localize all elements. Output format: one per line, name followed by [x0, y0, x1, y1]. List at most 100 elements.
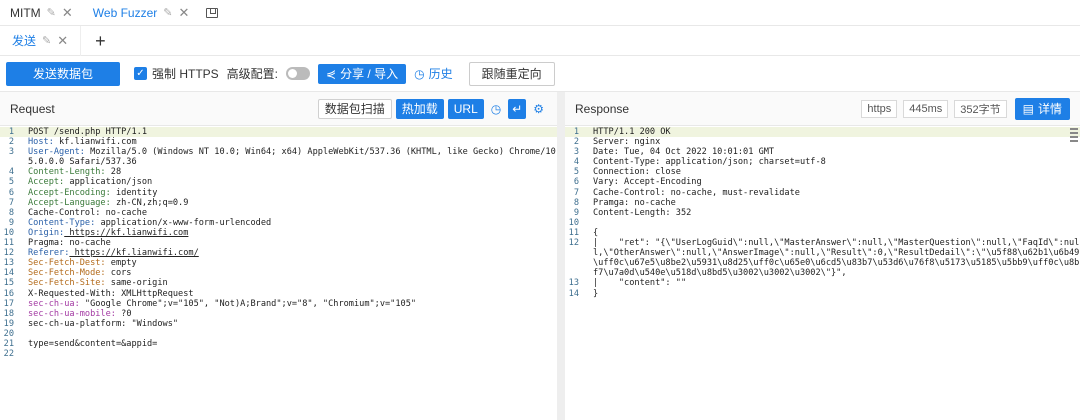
line-number: 1	[8, 127, 14, 137]
close-icon[interactable]: ✕	[62, 5, 73, 21]
line-number: 11	[3, 238, 14, 249]
hot-load-button[interactable]: 热加载	[395, 98, 444, 119]
line-text: Server: nginx	[593, 137, 661, 148]
header-value: empty	[105, 258, 137, 269]
request-editor[interactable]: 1 POST /send.php HTTP/1.1 2 Host: kf.lianwi…	[0, 126, 557, 359]
line-number: 18	[3, 308, 14, 319]
code-line: 22	[0, 349, 557, 359]
request-header: Request 数据包扫描 热加载 URL ◷ ↵ ⚙	[0, 92, 557, 126]
code-line: 4 Content-Type: application/json; charset…	[565, 157, 1080, 167]
sub-tab-bar: 发送 ✎ ✕ +	[0, 25, 1080, 56]
line-text: | "ret": "{\"UserLogGuid\":null,\"Master…	[593, 238, 1080, 279]
tab-web-fuzzer[interactable]: Web Fuzzer ✎ ✕	[83, 0, 200, 26]
new-tab-icon[interactable]	[199, 0, 225, 26]
line-text: Date: Tue, 04 Oct 2022 10:01:01 GMT	[593, 147, 775, 158]
header-name: sec-ch-ua-mobile:	[28, 308, 116, 319]
wrap-icon[interactable]: ↵	[508, 98, 527, 119]
protocol-tag: https	[861, 99, 898, 118]
send-packet-button[interactable]: 发送数据包	[6, 61, 120, 86]
response-title: Response	[575, 101, 630, 116]
code-line: 2 Host: kf.lianwifi.com	[0, 137, 557, 147]
tab-mitm[interactable]: MITM ✎ ✕	[0, 0, 83, 26]
response-size-tag: 352字节	[954, 99, 1007, 118]
line-text: Connection: close	[593, 167, 681, 178]
line-number: 12	[3, 248, 14, 259]
header-name: User-Agent:	[28, 147, 85, 158]
add-tab-icon[interactable]: +	[81, 26, 120, 56]
code-line: 10 Origin: https://kf.lianwifi.com	[0, 228, 557, 238]
line-number: 16	[3, 288, 14, 299]
line-number: 5	[573, 167, 579, 178]
force-https-checkbox[interactable]: ✓ 强制 HTTPS	[134, 65, 219, 82]
url-button[interactable]: URL	[447, 98, 484, 119]
line-text: Pramga: no-cache	[593, 197, 676, 208]
edit-icon[interactable]: ✎	[163, 6, 172, 19]
line-text: type=send&content=&appid=	[28, 338, 158, 349]
line-text	[593, 218, 1080, 228]
line-number: 9	[8, 217, 14, 228]
tab-label: 发送	[12, 34, 37, 48]
code-line: 5 Connection: close	[565, 167, 1080, 177]
line-number: 20	[3, 328, 14, 339]
line-number: 7	[573, 187, 579, 198]
line-number: 10	[568, 217, 579, 228]
code-line: 20	[0, 329, 557, 339]
header-value: https://kf.lianwifi.com	[64, 227, 189, 238]
code-line: 12 | "ret": "{\"UserLogGuid\":null,\"Mast…	[565, 238, 1080, 278]
code-line: 14}	[565, 289, 1080, 299]
edit-icon[interactable]: ✎	[47, 6, 56, 19]
line-number: 6	[573, 177, 579, 188]
advanced-config-toggle[interactable]	[286, 67, 311, 80]
header-value: cors	[105, 268, 132, 279]
code-line: 3 Date: Tue, 04 Oct 2022 10:01:01 GMT	[565, 147, 1080, 157]
line-text: Sec-Fetch-Site: same-origin	[28, 278, 557, 288]
response-editor[interactable]: 1 HTTP/1.1 200 OK 2 Server: nginx 3 Date: Tue…	[565, 126, 1080, 299]
line-text: {	[593, 227, 599, 238]
follow-redirect-button[interactable]: 跟随重定向	[468, 61, 555, 86]
history-icon: ◷	[414, 66, 425, 81]
tab-send[interactable]: 发送 ✎ ✕	[0, 25, 82, 56]
share-import-button[interactable]: ⋞ 分享 / 导入	[318, 63, 407, 84]
line-number: 8	[573, 197, 579, 208]
header-value: zh-CN,zh;q=0.9	[110, 197, 189, 208]
line-number: 3	[8, 147, 14, 158]
header-name: Sec-Fetch-Site:	[28, 278, 106, 289]
edit-icon[interactable]: ✎	[42, 34, 51, 47]
detail-button[interactable]: ▤ 详情	[1014, 97, 1070, 120]
code-line: 7 Accept-Language: zh-CN,zh;q=0.9	[0, 198, 557, 208]
line-text: Referer: https://kf.lianwifi.com/	[28, 248, 557, 258]
close-icon[interactable]: ✕	[178, 5, 189, 21]
line-text: Vary: Accept-Encoding	[593, 177, 702, 188]
header-name: Referer:	[28, 248, 70, 259]
line-text: Content-Length: 28	[28, 167, 557, 177]
line-text: Sec-Fetch-Mode: cors	[28, 268, 557, 278]
line-text: Host: kf.lianwifi.com	[28, 137, 557, 147]
response-panel: Response https 445ms 352字节 ▤ 详情 1 HTTP/1.…	[565, 92, 1080, 420]
code-line: 17 sec-ch-ua: "Google Chrome";v="105", "N…	[0, 299, 557, 309]
code-line: 11 {	[565, 228, 1080, 238]
editor-panels: Request 数据包扫描 热加载 URL ◷ ↵ ⚙ 1 POST /send.…	[0, 92, 1080, 420]
history-link[interactable]: ◷ 历史	[414, 65, 453, 82]
close-icon[interactable]: ✕	[57, 33, 68, 49]
line-number: 1	[573, 127, 579, 137]
header-name: Accept-Encoding:	[28, 187, 111, 198]
header-name: sec-ch-ua:	[28, 298, 80, 309]
history-label: 历史	[428, 67, 453, 81]
header-name: Content-Length:	[28, 167, 106, 178]
editor-minimap[interactable]	[1070, 128, 1080, 158]
line-text: X-Requested-With: XMLHttpRequest	[28, 288, 194, 299]
line-text: Cache-Control: no-cache, must-revalidate	[593, 187, 800, 198]
line-text: Accept-Encoding: identity	[28, 188, 557, 198]
force-https-label: 强制 HTTPS	[152, 67, 219, 81]
code-line: 9 Content-Type: application/x-www-form-ur…	[0, 218, 557, 228]
line-text: Content-Type: application/json; charset=…	[593, 157, 826, 168]
history-icon[interactable]: ◷	[488, 99, 504, 119]
header-name: Accept-Language:	[28, 197, 111, 208]
request-title: Request	[10, 101, 55, 116]
line-number: 21	[3, 338, 14, 349]
line-number: 19	[3, 318, 14, 329]
line-text: sec-ch-ua-mobile: ?0	[28, 309, 557, 319]
packet-scan-button[interactable]: 数据包扫描	[317, 98, 392, 119]
header-value: ?0	[115, 308, 132, 319]
gear-icon[interactable]: ⚙	[530, 99, 547, 119]
